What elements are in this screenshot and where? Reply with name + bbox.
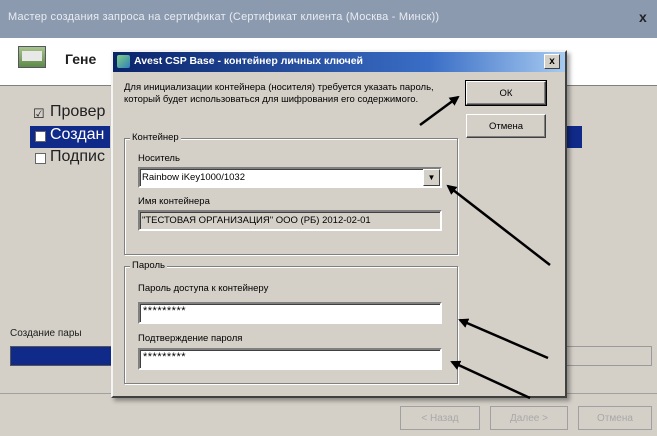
annotation-arrows xyxy=(419,95,551,400)
arrow-to-password-input xyxy=(458,318,549,360)
arrow-to-confirm-input xyxy=(450,360,531,400)
arrow-to-carrier-select xyxy=(446,184,551,266)
arrow-to-ok-button xyxy=(419,95,460,127)
